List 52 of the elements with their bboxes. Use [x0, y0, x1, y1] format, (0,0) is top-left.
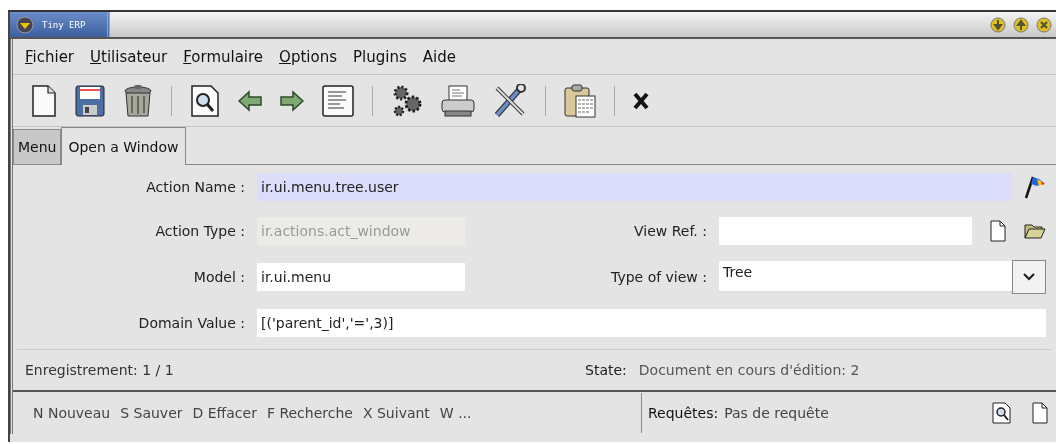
menu-item[interactable]: Utilisateur [82, 44, 176, 69]
gears-icon[interactable] [391, 84, 423, 117]
menu-item[interactable]: Plugins [345, 44, 415, 69]
menu-item[interactable]: Options [271, 44, 345, 69]
shortcut-hint: D Effacer [192, 405, 257, 421]
menu-item[interactable]: Formulaire [175, 44, 272, 69]
state-value: Document en cours d'édition: 2 [638, 362, 860, 378]
flag-icon[interactable] [1024, 175, 1046, 199]
caret-icon [1023, 273, 1035, 281]
field-label: Model : [192, 269, 245, 285]
save-icon[interactable] [75, 84, 105, 117]
menu-item[interactable]: Aide [414, 44, 464, 69]
new-document-icon[interactable] [990, 220, 1006, 242]
text-field[interactable]: [('parent_id','=',3)] [257, 309, 1046, 337]
shortcut-hint: W ... [439, 405, 472, 421]
field-label: Domain Value : [137, 315, 245, 331]
field-label: Type of view : [610, 269, 707, 285]
requests-label: Requêtes: [648, 405, 719, 421]
tools-icon[interactable] [493, 83, 527, 118]
shortcut-hint: S Sauver [120, 405, 183, 421]
record-counter: Enregistrement: 1 / 1 [25, 362, 175, 378]
open-folder-icon[interactable] [1024, 222, 1046, 240]
state-label: State: [585, 362, 627, 378]
field-label: Action Type : [154, 223, 245, 239]
field-label: Action Name : [145, 179, 245, 195]
clipboard-icon[interactable] [564, 83, 596, 118]
find-document-icon[interactable] [190, 84, 220, 117]
app-menu-icon[interactable] [16, 15, 34, 34]
shortcut-hint: F Recherche [266, 405, 353, 421]
text-field[interactable]: ir.ui.menu [257, 263, 465, 291]
text-field[interactable]: ir.ui.menu.tree.user [257, 173, 1012, 201]
window-title: Tiny ERP [42, 19, 86, 30]
shortcut-hint: X Suivant [362, 405, 430, 421]
menu-item[interactable]: Fichier [17, 44, 83, 69]
tab[interactable]: Menu [13, 129, 62, 164]
close-icon[interactable] [1036, 16, 1052, 33]
maximize-icon[interactable] [1013, 16, 1029, 33]
find-document-icon[interactable] [992, 402, 1012, 424]
printer-icon[interactable] [441, 84, 475, 117]
requests-value: Pas de requête [724, 405, 829, 421]
tab[interactable]: Open a Window [61, 127, 186, 165]
list-document-icon[interactable] [322, 84, 354, 117]
close-icon[interactable] [633, 91, 649, 110]
left-arrow-icon[interactable] [238, 89, 262, 112]
right-arrow-icon[interactable] [280, 89, 304, 112]
text-field[interactable] [719, 217, 972, 245]
trash-icon[interactable] [123, 83, 153, 118]
field-label: View Ref. : [633, 223, 707, 239]
minimize-icon[interactable] [990, 16, 1006, 33]
new-document-icon[interactable] [1032, 402, 1048, 424]
shortcut-hint: N Nouveau [33, 405, 111, 421]
new-document-icon[interactable] [31, 84, 57, 117]
